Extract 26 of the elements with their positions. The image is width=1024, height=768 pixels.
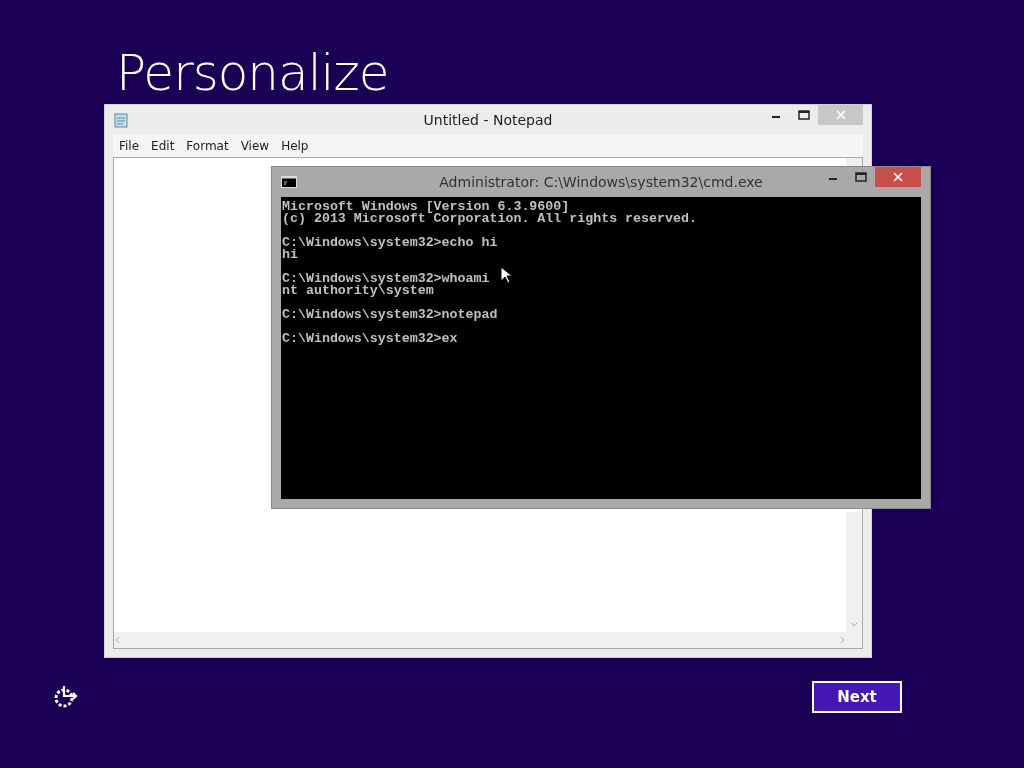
close-icon	[893, 172, 903, 182]
console-line: (c) 2013 Microsoft Corporation. All rights reserved.	[282, 213, 697, 225]
menu-item[interactable]: Help	[275, 139, 315, 153]
page-title: Personalize	[116, 44, 389, 102]
console-icon	[281, 176, 297, 188]
maximize-icon	[798, 110, 810, 120]
menu-item[interactable]: Format	[180, 139, 235, 153]
console-line: C:\Windows\system32>notepad	[282, 309, 498, 321]
console-line: Microsoft Windows [Version 6.3.9600]	[282, 201, 570, 213]
window-title: Administrator: C:\Windows\system32\cmd.exe	[439, 174, 763, 190]
menu-item[interactable]: Edit	[145, 139, 181, 153]
console-line: C:\Windows\system32>echo hi	[282, 237, 498, 249]
window-title: Untitled - Notepad	[423, 112, 553, 128]
maximize-icon	[855, 172, 867, 182]
console-line: C:\Windows\system32>ex	[282, 333, 458, 345]
scrollbar-track[interactable]	[846, 158, 862, 166]
console-line: hi	[282, 249, 298, 261]
accessibility-icon[interactable]	[52, 684, 80, 710]
next-button[interactable]: Next	[812, 681, 902, 713]
console-line: nt authority\system	[282, 285, 434, 297]
console-line: C:\Windows\system32>whoami	[282, 273, 490, 285]
notepad-icon	[113, 112, 129, 128]
menu-item[interactable]: File	[113, 139, 146, 153]
menu-item[interactable]: View	[234, 139, 276, 153]
mouse-cursor-icon	[500, 266, 512, 284]
close-icon	[835, 110, 846, 120]
